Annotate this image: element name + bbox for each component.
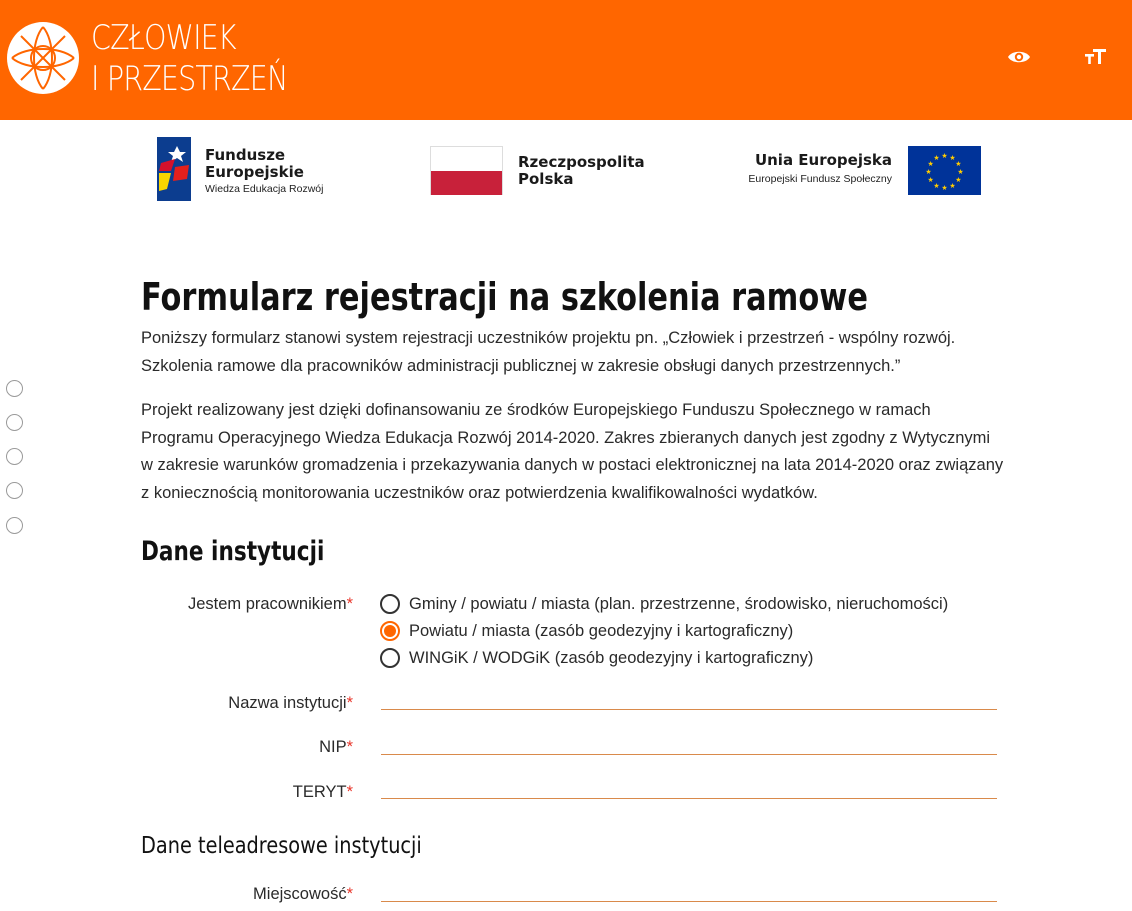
svg-text:★: ★ bbox=[941, 152, 947, 160]
fe-subtitle: Wiedza Edukacja Rozwój bbox=[205, 183, 324, 195]
fe-name-line-2: Europejskie bbox=[205, 163, 304, 181]
page-title: Formularz rejestracji na szkolenia ramow… bbox=[141, 275, 868, 319]
rzeczpospolita-polska-logo: Rzeczpospolita Polska bbox=[430, 146, 660, 196]
svg-text:★: ★ bbox=[933, 182, 939, 190]
funding-paragraph: Projekt realizowany jest dzięki dofinans… bbox=[141, 397, 1011, 507]
svg-text:★: ★ bbox=[941, 184, 947, 192]
employee-type-label: Jestem pracownikiem* bbox=[188, 595, 353, 614]
svg-text:★: ★ bbox=[927, 176, 933, 184]
funding-line: z koniecznością monitorowania uczestnikó… bbox=[141, 483, 818, 502]
required-mark: * bbox=[346, 694, 353, 712]
radio-button[interactable] bbox=[380, 594, 400, 614]
institution-name-label: Nazwa instytucji* bbox=[228, 694, 353, 713]
city-input[interactable] bbox=[381, 878, 997, 902]
teryt-label: TERYT* bbox=[293, 783, 353, 802]
required-mark: * bbox=[346, 783, 353, 801]
radio-label: WINGiK / WODGiK (zasób geodezyjny i kart… bbox=[409, 648, 814, 667]
eu-flag-icon: ★ ★ ★ ★ ★ ★ ★ ★ ★ ★ ★ ★ bbox=[908, 146, 981, 195]
employee-type-option-powiat[interactable]: Powiatu / miasta (zasób geodezyjny i kar… bbox=[380, 620, 793, 642]
svg-text:★: ★ bbox=[925, 168, 931, 176]
fe-name-line-1: Fundusze bbox=[205, 146, 286, 164]
fe-name: Fundusze Europejskie bbox=[205, 147, 304, 181]
teryt-label-text: TERYT bbox=[292, 783, 347, 801]
section-title-institution: Dane instytucji bbox=[141, 536, 325, 567]
intro-paragraph: Poniższy formularz stanowi system rejest… bbox=[141, 325, 1011, 380]
institution-name-label-text: Nazwa instytucji bbox=[228, 694, 347, 712]
nip-input[interactable] bbox=[381, 731, 997, 755]
radio-label: Powiatu / miasta (zasób geodezyjny i kar… bbox=[409, 621, 794, 640]
side-nav-dot-5[interactable] bbox=[6, 517, 23, 534]
radio-label: Gminy / powiatu / miasta (plan. przestrz… bbox=[409, 594, 949, 613]
cross-circle-logo-icon[interactable] bbox=[6, 21, 80, 95]
svg-text:★: ★ bbox=[933, 154, 939, 162]
ue-name: Unia Europejska bbox=[754, 151, 892, 169]
required-mark: * bbox=[346, 885, 353, 903]
teryt-input[interactable] bbox=[381, 775, 997, 799]
funding-line: Programu Operacyjnego Wiedza Edukacja Ro… bbox=[141, 428, 991, 447]
nip-label: NIP* bbox=[319, 738, 353, 757]
side-nav-dot-1[interactable] bbox=[6, 380, 23, 397]
required-mark: * bbox=[346, 595, 353, 613]
fe-emblem-icon bbox=[157, 137, 191, 201]
text-size-icon[interactable] bbox=[1083, 44, 1109, 70]
side-nav-dot-3[interactable] bbox=[6, 448, 23, 465]
institution-name-input[interactable] bbox=[381, 686, 997, 710]
ue-subtitle: Europejski Fundusz Społeczny bbox=[748, 173, 892, 185]
eye-icon[interactable] bbox=[1006, 44, 1032, 70]
polish-flag-icon bbox=[430, 146, 503, 195]
rp-name-line-1: Rzeczpospolita bbox=[518, 153, 645, 171]
city-label: Miejscowość* bbox=[253, 885, 353, 904]
funding-line: w zakresie warunków gromadzenia i przeka… bbox=[141, 456, 1004, 474]
side-nav-dot-2[interactable] bbox=[6, 414, 23, 431]
site-header: CZŁOWIEK I PRZESTRZEŃ bbox=[0, 0, 1132, 120]
rp-name: Rzeczpospolita Polska bbox=[518, 154, 645, 188]
employee-type-option-wingik[interactable]: WINGiK / WODGiK (zasób geodezyjny i kart… bbox=[380, 647, 813, 669]
nip-label-text: NIP bbox=[319, 738, 347, 756]
employee-type-label-text: Jestem pracownikiem bbox=[187, 595, 347, 613]
svg-text:★: ★ bbox=[949, 182, 955, 190]
unia-europejska-logo: Unia Europejska Europejski Fundusz Społe… bbox=[720, 146, 982, 196]
brand-name[interactable]: CZŁOWIEK I PRZESTRZEŃ bbox=[91, 18, 288, 100]
funding-line: Projekt realizowany jest dzięki dofinans… bbox=[141, 401, 931, 419]
rp-name-line-2: Polska bbox=[518, 170, 574, 188]
brand-line-1: CZŁOWIEK bbox=[91, 18, 237, 58]
fundusze-europejskie-logo: Fundusze Europejskie Wiedza Edukacja Roz… bbox=[157, 137, 357, 202]
svg-text:★: ★ bbox=[955, 176, 961, 184]
brand-line-2: I PRZESTRZEŃ bbox=[91, 59, 288, 99]
intro-line: Poniższy formularz stanowi system rejest… bbox=[141, 329, 956, 347]
svg-text:★: ★ bbox=[957, 168, 963, 176]
required-mark: * bbox=[346, 738, 353, 756]
employee-type-option-gmina[interactable]: Gminy / powiatu / miasta (plan. przestrz… bbox=[380, 593, 948, 615]
side-nav-dot-4[interactable] bbox=[6, 482, 23, 499]
intro-line: Szkolenia ramowe dla pracowników adminis… bbox=[141, 356, 901, 375]
svg-text:★: ★ bbox=[955, 160, 961, 168]
radio-button-checked[interactable] bbox=[380, 621, 400, 641]
section-title-contact: Dane teleadresowe instytucji bbox=[141, 833, 422, 859]
city-label-text: Miejscowość bbox=[253, 885, 347, 903]
radio-button[interactable] bbox=[380, 648, 400, 668]
